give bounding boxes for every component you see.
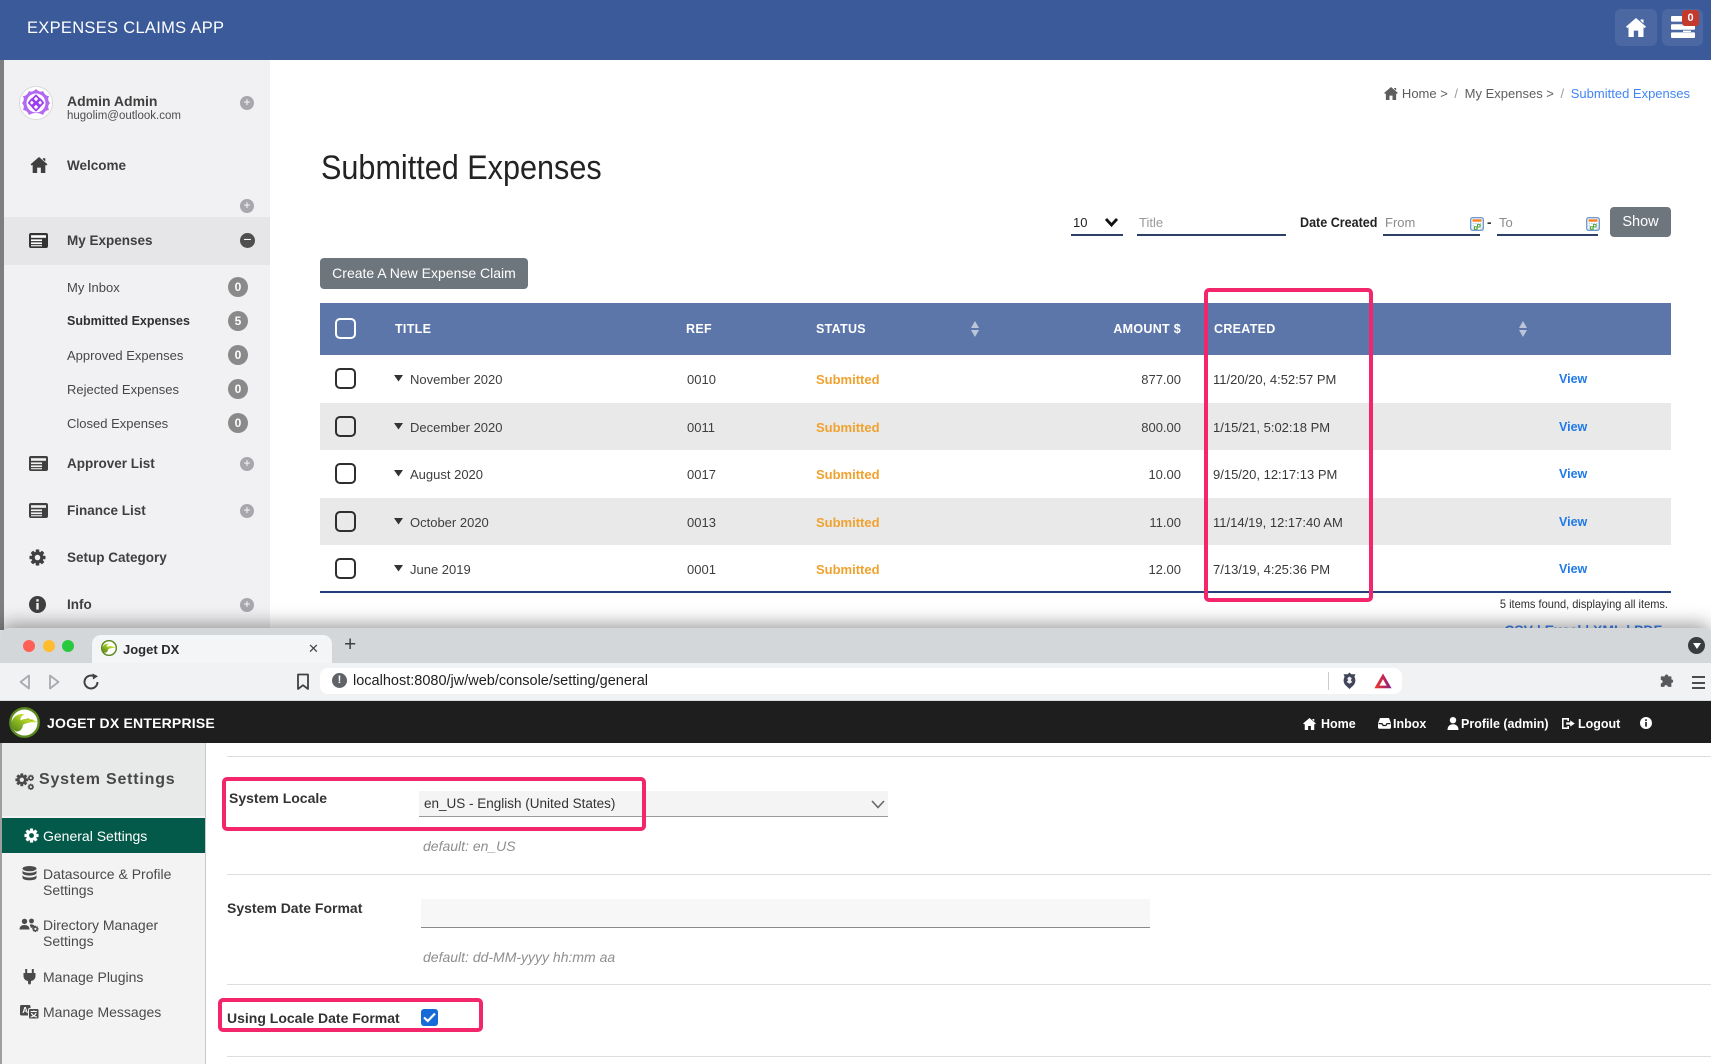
svg-text:A: A: [22, 1006, 28, 1015]
